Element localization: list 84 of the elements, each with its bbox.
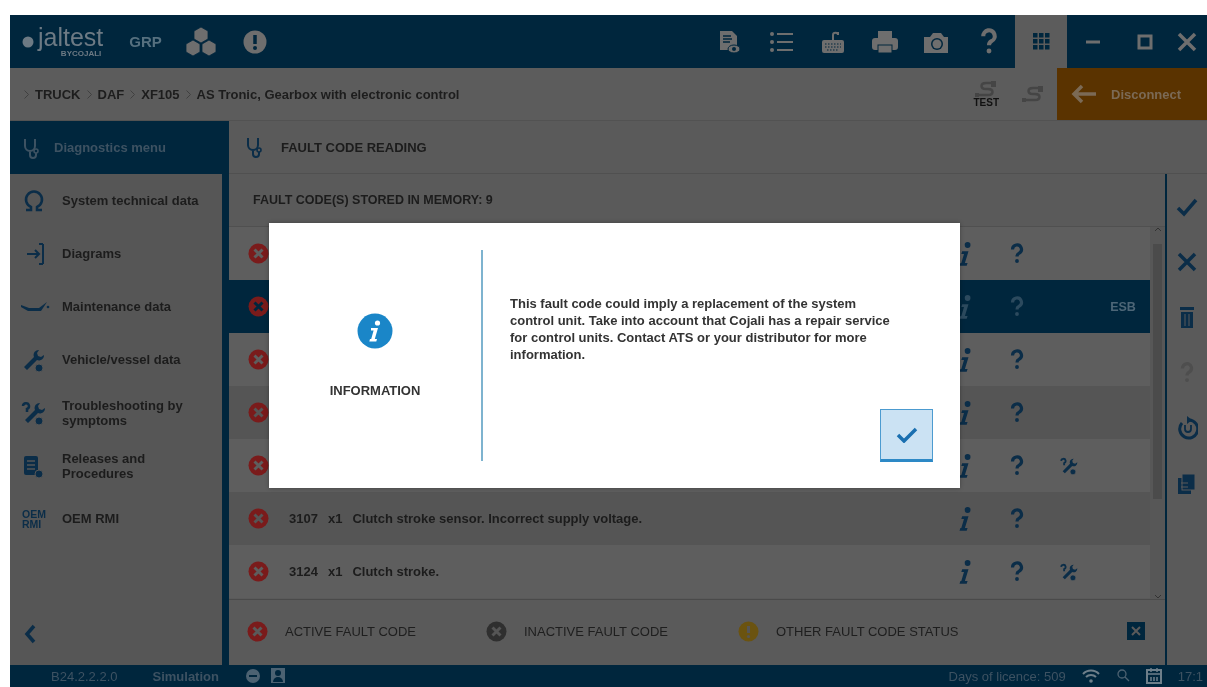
sidebar-item[interactable]: Releases and Procedures [10, 439, 222, 492]
help-icon[interactable] [1009, 294, 1024, 319]
error-icon [248, 243, 269, 264]
breadcrumb-item[interactable]: DAF [97, 86, 125, 102]
help-icon[interactable] [1009, 559, 1024, 584]
user-icon[interactable] [270, 668, 285, 683]
dialog-message: This fault code could imply a replacement of the system control unit. Take into account that Cojali has a repair service for control units. Contact ATS or your distributor for more information. [510, 295, 891, 364]
chevron-icon [86, 89, 92, 99]
error-icon [248, 508, 269, 529]
fault-description: Clutch stroke. [352, 564, 440, 579]
logo-subtitle: BYCOJALI [60, 49, 102, 58]
info-icon [357, 313, 393, 349]
logo-dot-icon [22, 35, 34, 48]
version-label: B24.2.2.2.0 [51, 668, 118, 684]
fault-code-row[interactable]: 3124 x1 Clutch stroke. [229, 545, 1150, 598]
sidebar-item[interactable]: OEM RMI OEM RMI [10, 492, 222, 545]
sidebar-item[interactable]: Troubleshooting by symptoms [10, 386, 222, 439]
help-icon[interactable] [1009, 506, 1024, 531]
help-icon[interactable] [1009, 347, 1024, 372]
fault-code: 3107 [289, 511, 318, 526]
check-icon [895, 426, 918, 443]
mode-label: Simulation [152, 668, 219, 684]
search-icon[interactable] [1115, 669, 1130, 683]
sidebar-item[interactable]: System technical data [10, 174, 222, 227]
grid-icon [1032, 33, 1050, 50]
alert-icon[interactable] [242, 29, 267, 54]
reset-icon[interactable] [1176, 415, 1198, 440]
left-arrow-icon [1071, 84, 1097, 104]
clock-label: 17:1 [1177, 668, 1203, 684]
licence-days-label: Days of licence: 509 [948, 668, 1066, 684]
fault-description: Clutch stroke sensor. Incorrect supply voltage. [352, 511, 643, 526]
close-icon[interactable] [1177, 31, 1197, 52]
breadcrumb-item[interactable]: TRUCK [35, 86, 81, 102]
sidebar-item[interactable]: Diagrams [10, 227, 222, 280]
help-icon[interactable] [1009, 400, 1024, 425]
error-icon [248, 561, 269, 582]
sidebar-item[interactable]: Vehicle/vessel data [10, 333, 222, 386]
error-icon [248, 402, 269, 423]
calendar-icon[interactable] [1145, 668, 1162, 684]
warning-icon [738, 620, 759, 642]
legend-label: OTHER FAULT CODE STATUS [776, 623, 959, 639]
error-icon [247, 620, 268, 642]
error-icon [248, 455, 269, 476]
confirm-button[interactable] [880, 409, 933, 462]
wifi-icon[interactable] [1081, 669, 1100, 683]
oem-rmi-logo: OEM RMI [22, 508, 47, 529]
test-cable-button[interactable]: TEST [973, 80, 999, 108]
dialog-title: INFORMATION [329, 383, 421, 398]
stethoscope-icon [245, 136, 263, 158]
help-icon[interactable] [1009, 453, 1024, 478]
panel-title: FAULT CODE READING [281, 139, 427, 155]
printer-icon[interactable] [871, 28, 899, 55]
error-icon [248, 349, 269, 370]
grp-label: GRP [129, 33, 162, 50]
inactive-error-icon [486, 620, 507, 642]
back-chevron-icon[interactable] [24, 623, 36, 644]
apps-button[interactable] [1015, 15, 1067, 68]
disconnect-button[interactable]: Disconnect [1057, 68, 1207, 120]
chevron-icon [24, 89, 29, 99]
oil-can-icon [20, 301, 50, 312]
diagram-icon [26, 242, 44, 265]
error-icon [248, 296, 269, 317]
legend-label: INACTIVE FAULT CODE [524, 623, 668, 639]
help-icon[interactable] [1009, 241, 1024, 266]
chevron-icon [130, 89, 136, 99]
jaltest-logo: jaltest [38, 25, 104, 49]
close-legend-button[interactable] [1127, 622, 1145, 640]
close-icon [1131, 626, 1141, 636]
occurrence-count: x1 [327, 564, 343, 579]
chevron-icon [185, 89, 191, 99]
scroll-down-icon[interactable] [1153, 594, 1162, 599]
module-tag: ESB [1096, 299, 1150, 314]
document-view-icon[interactable] [717, 28, 741, 55]
fault-code: 3124 [289, 564, 318, 579]
cubes-icon[interactable] [183, 25, 218, 58]
maximize-icon[interactable] [1137, 33, 1153, 50]
stethoscope-icon [22, 136, 40, 159]
occurrence-count: x1 [327, 511, 343, 526]
breadcrumb-item[interactable]: XF105 [141, 86, 180, 102]
fault-code-row[interactable]: 3107 x1 Clutch stroke sensor. Incorrect supply voltage. [229, 492, 1150, 545]
scroll-up-icon[interactable] [1153, 227, 1162, 232]
sidebar-item[interactable]: Maintenance data [10, 280, 222, 333]
breadcrumb-item[interactable]: AS Tronic, Gearbox with electronic control [196, 86, 460, 102]
legend-label: ACTIVE FAULT CODE [285, 623, 416, 639]
